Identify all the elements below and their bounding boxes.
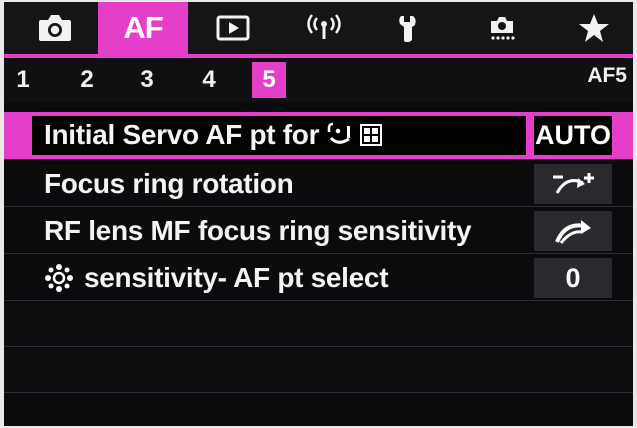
menu-item-label: Initial Servo AF pt for: [44, 119, 320, 150]
divider: [4, 392, 633, 393]
page-1[interactable]: 1: [10, 62, 36, 98]
tab-playback[interactable]: [200, 2, 266, 54]
menu-item-initial-servo-af-pt[interactable]: Initial Servo AF pt for AUTO: [4, 112, 633, 159]
page-selector: 1 2 3 4 5 AF5: [4, 58, 633, 102]
tab-setup[interactable]: [378, 2, 442, 54]
wireless-icon: [307, 14, 341, 39]
page-3[interactable]: 3: [132, 62, 162, 98]
menu-item-focus-ring-rotation[interactable]: Focus ring rotation: [4, 162, 633, 205]
star-icon: [579, 14, 609, 42]
wrench-icon: [399, 16, 416, 42]
divider: [4, 346, 633, 347]
multi-controller-icon: [44, 263, 74, 293]
menu-item-label: sensitivity- AF pt select: [84, 262, 389, 293]
divider: [4, 206, 633, 207]
camera-icon: [39, 15, 71, 41]
tab-my-menu[interactable]: [564, 2, 624, 54]
empty-row: [4, 349, 633, 392]
page-5[interactable]: 5: [252, 62, 286, 98]
camera-menu-screen: AF 1 2 3 4 5 AF5 Initial Servo AF pt for…: [4, 2, 633, 426]
page-2[interactable]: 2: [72, 62, 102, 98]
menu-tab-bar: AF: [4, 2, 633, 54]
ring-sensitivity-icon: [534, 211, 612, 251]
page-4[interactable]: 4: [194, 62, 224, 98]
menu-item-label: RF lens MF focus ring sensitivity: [44, 215, 472, 246]
tab-custom-functions[interactable]: [470, 2, 534, 54]
menu-item-af-pt-select-sensitivity[interactable]: sensitivity- AF pt select 0: [4, 256, 633, 299]
divider: [4, 159, 633, 160]
tab-af[interactable]: AF: [98, 2, 188, 54]
menu-item-value: AUTO: [534, 116, 612, 155]
menu-item-rf-lens-mf-sensitivity[interactable]: RF lens MF focus ring sensitivity: [4, 209, 633, 252]
tab-wireless[interactable]: [284, 2, 364, 54]
menu-page-id: AF5: [587, 64, 627, 87]
tab-shooting[interactable]: [24, 2, 86, 54]
menu-item-label: Focus ring rotation: [44, 168, 294, 199]
menu-item-value: 0: [534, 258, 612, 298]
playback-icon: [216, 15, 250, 41]
divider: [4, 300, 633, 301]
focus-ring-rotation-icon: [534, 164, 612, 204]
divider: [4, 253, 633, 254]
empty-row: [4, 303, 633, 346]
tab-af-label: AF: [123, 10, 163, 45]
custom-functions-icon: [491, 17, 515, 40]
face-tracking-zone-icon: [327, 122, 385, 148]
